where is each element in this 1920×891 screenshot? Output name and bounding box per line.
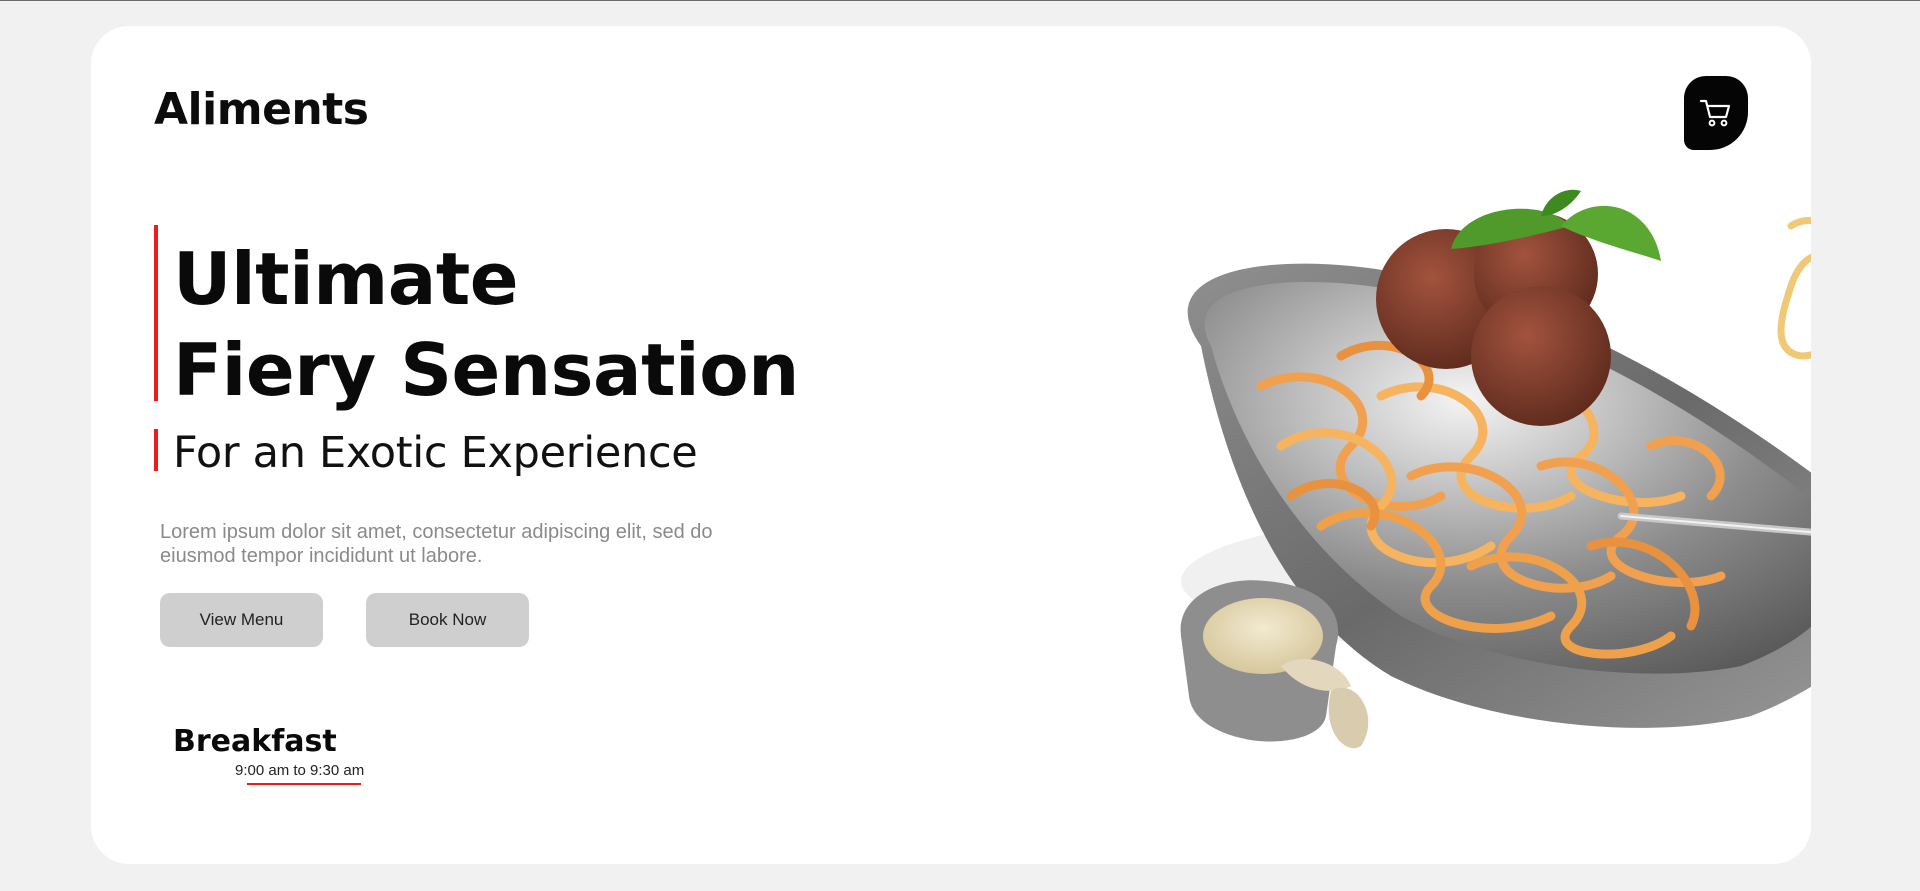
pasta-dish-image <box>1180 189 1811 749</box>
hero-card: Aliments Ultimate Fiery Sensation For an… <box>91 26 1811 864</box>
top-border-line <box>0 0 1920 1</box>
